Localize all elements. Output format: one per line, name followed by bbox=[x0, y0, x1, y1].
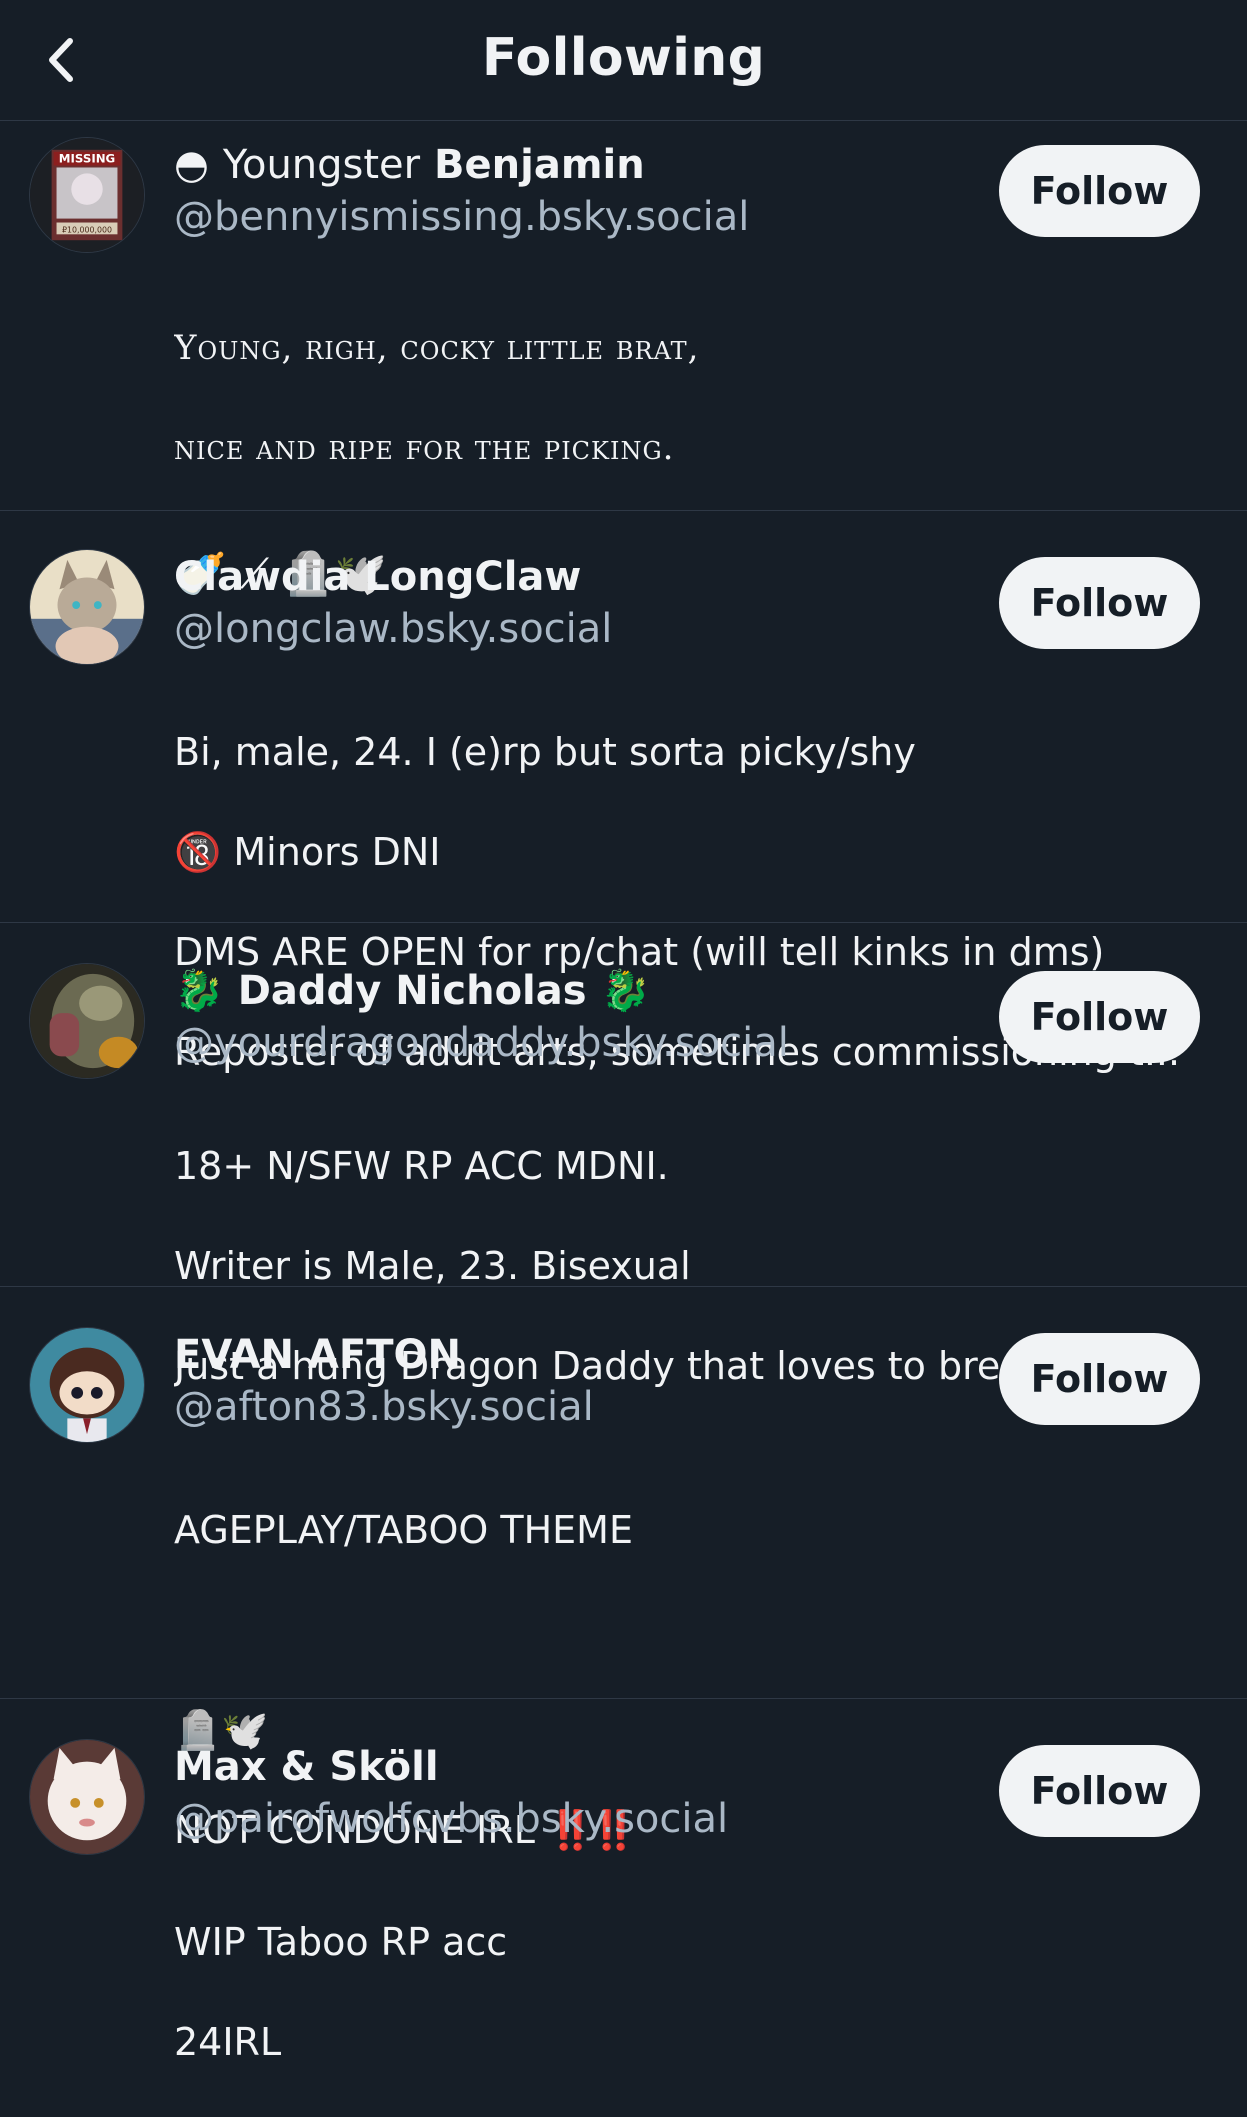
list-item[interactable]: Max & Sköll @pairofwolfcvbs.bsky.social … bbox=[0, 1699, 1247, 2064]
list-item[interactable]: Clawdia LongClaw @longclaw.bsky.social B… bbox=[0, 511, 1247, 1074]
top-bar: Following bbox=[0, 0, 1247, 121]
list-item[interactable]: MISSING ₽10,000,000 ◓ Youngster Benjamin… bbox=[0, 121, 1247, 598]
avatar[interactable] bbox=[29, 963, 145, 1079]
bio: Young, righ, cocky little brat, nice and… bbox=[174, 328, 700, 468]
follow-button[interactable]: Follow bbox=[999, 1745, 1200, 1837]
follow-button[interactable]: Follow bbox=[999, 1333, 1200, 1425]
list-item[interactable]: EVAN AFTON @afton83.bsky.social AGEPLAY/… bbox=[0, 1287, 1247, 1852]
page-title: Following bbox=[481, 28, 766, 88]
avatar[interactable] bbox=[29, 1327, 145, 1443]
avatar[interactable] bbox=[29, 549, 145, 665]
avatar[interactable] bbox=[29, 1739, 145, 1855]
list-item[interactable]: 🐉 Daddy Nicholas 🐉 @yourdragondaddy.bsky… bbox=[0, 923, 1247, 1388]
follow-button[interactable]: Follow bbox=[999, 557, 1200, 649]
svg-text:₽10,000,000: ₽10,000,000 bbox=[62, 225, 112, 234]
svg-text:MISSING: MISSING bbox=[59, 152, 115, 166]
bio: WIP Taboo RP acc 24IRL bbox=[174, 1920, 508, 2064]
avatar[interactable]: MISSING ₽10,000,000 bbox=[29, 137, 145, 253]
follow-button[interactable]: Follow bbox=[999, 145, 1200, 237]
follow-button[interactable]: Follow bbox=[999, 971, 1200, 1063]
